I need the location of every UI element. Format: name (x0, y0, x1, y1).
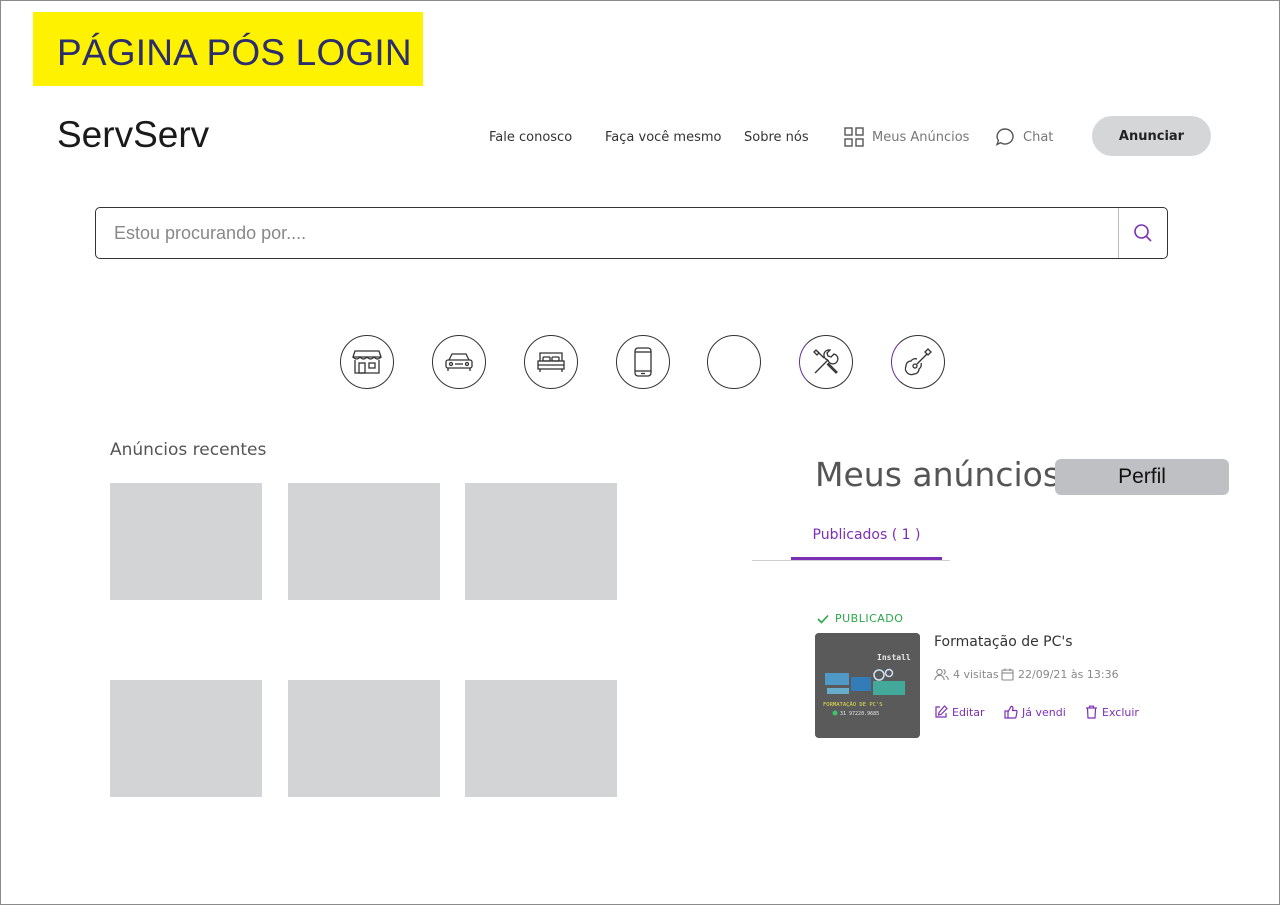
search-icon (1134, 224, 1152, 242)
category-electronics[interactable] (616, 335, 670, 389)
status-badge: PUBLICADO (817, 612, 903, 625)
category-store[interactable] (340, 335, 394, 389)
recent-ad-card[interactable] (465, 680, 617, 797)
ad-thumbnail[interactable]: Install FORMATAÇÃO DE PC'S 31 97220.9685 (815, 633, 920, 738)
category-vehicles[interactable] (432, 335, 486, 389)
search-bar (95, 207, 1168, 259)
thumbs-up-icon (1004, 705, 1018, 719)
tabs-baseline (752, 560, 950, 561)
grid-icon[interactable] (844, 127, 864, 147)
category-music[interactable] (891, 335, 945, 389)
recent-ad-card[interactable] (288, 483, 440, 600)
recent-ad-card[interactable] (110, 680, 262, 797)
category-empty[interactable] (707, 335, 761, 389)
bed-icon (537, 352, 565, 372)
nav-contact[interactable]: Fale conosco (489, 130, 572, 145)
chat-bubble-icon[interactable] (995, 127, 1015, 147)
status-label: PUBLICADO (835, 612, 904, 625)
nav-about[interactable]: Sobre nós (744, 130, 809, 145)
active-tab-indicator (791, 557, 942, 560)
visits-count: 4 visitas (953, 668, 999, 681)
car-icon (445, 353, 473, 371)
category-furniture[interactable] (524, 335, 578, 389)
recent-ads-heading: Anúncios recentes (110, 440, 267, 460)
sold-action[interactable]: Já vendi (1004, 705, 1066, 719)
trash-icon (1086, 705, 1097, 719)
smartphone-icon (634, 347, 652, 377)
calendar-icon (1001, 668, 1014, 681)
check-icon (817, 614, 829, 624)
edit-action[interactable]: Editar (934, 705, 985, 719)
recent-ad-card[interactable] (288, 680, 440, 797)
delete-action[interactable]: Excluir (1085, 705, 1139, 719)
search-input[interactable] (97, 209, 1117, 257)
nav-my-ads[interactable]: Meus Anúncios (872, 130, 969, 145)
ad-thumbnail-graphic: Install FORMATAÇÃO DE PC'S 31 97220.9685 (815, 633, 920, 738)
banner-label: PÁGINA PÓS LOGIN (57, 32, 412, 73)
sold-label[interactable]: Já vendi (1022, 706, 1066, 719)
site-logo[interactable]: ServServ (57, 114, 209, 156)
edit-label[interactable]: Editar (952, 706, 985, 719)
ad-title[interactable]: Formatação de PC's (934, 634, 1073, 650)
anunciar-button[interactable]: Anunciar (1092, 116, 1211, 156)
thumbnail-caption: FORMATAÇÃO DE PC'S (823, 701, 883, 708)
guitar-icon (904, 348, 932, 376)
tools-icon (813, 349, 839, 374)
edit-icon (935, 705, 948, 718)
visits-info: 4 visitas (934, 668, 999, 681)
page-label-banner: PÁGINA PÓS LOGIN (33, 12, 423, 86)
recent-ad-card[interactable] (110, 483, 262, 600)
publish-date: 22/09/21 às 13:36 (1018, 668, 1119, 681)
recent-ad-card[interactable] (465, 483, 617, 600)
delete-label[interactable]: Excluir (1102, 706, 1139, 719)
thumbnail-top-text: Install (877, 653, 911, 662)
nav-chat[interactable]: Chat (1023, 130, 1053, 145)
nav-diy[interactable]: Faça você mesmo (605, 130, 721, 145)
profile-button[interactable]: Perfil (1055, 459, 1229, 495)
my-ads-heading: Meus anúncios (815, 455, 1061, 494)
category-services[interactable] (799, 335, 853, 389)
tab-published[interactable]: Publicados ( 1 ) (791, 520, 942, 560)
date-info: 22/09/21 às 13:36 (1001, 668, 1119, 681)
thumbnail-phone: 31 97220.9685 (840, 711, 879, 717)
search-button[interactable] (1119, 208, 1167, 258)
users-icon (934, 668, 949, 681)
store-icon (352, 350, 382, 374)
